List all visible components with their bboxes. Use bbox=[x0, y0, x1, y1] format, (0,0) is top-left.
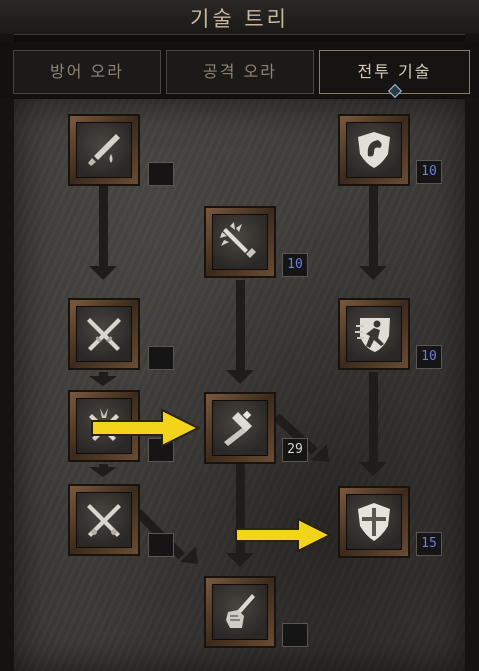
skill-holy-hammer[interactable] bbox=[204, 392, 276, 464]
crossed-blades-icon bbox=[76, 492, 132, 548]
frame-left bbox=[0, 34, 14, 671]
skill-level-box bbox=[282, 623, 308, 647]
skill-sword-blood[interactable] bbox=[68, 114, 140, 186]
running-figure-shield-icon bbox=[346, 306, 402, 362]
connector-arrowhead bbox=[359, 462, 387, 476]
skill-holy-shield[interactable] bbox=[338, 486, 410, 558]
connector bbox=[369, 186, 378, 268]
highlight-arrow bbox=[91, 408, 201, 448]
skill-charge-shield[interactable] bbox=[338, 298, 410, 370]
skill-level-box: 15 bbox=[416, 532, 442, 556]
tab-offensive-auras[interactable]: 공격 오라 bbox=[166, 50, 314, 94]
fist-of-heavens-icon bbox=[212, 584, 268, 640]
connector-arrowhead bbox=[89, 266, 117, 280]
skill-level-box: 29 bbox=[282, 438, 308, 462]
skill-level-box: 10 bbox=[416, 160, 442, 184]
skill-level-box: 10 bbox=[282, 253, 308, 277]
connector-arrowhead bbox=[226, 553, 254, 567]
connector bbox=[369, 372, 378, 464]
skill-level-box: 10 bbox=[416, 345, 442, 369]
connector-arrowhead bbox=[89, 376, 117, 386]
skill-level-box bbox=[148, 533, 174, 557]
skill-crossed-blades[interactable] bbox=[68, 484, 140, 556]
skill-fist-of-heavens[interactable] bbox=[204, 576, 276, 648]
highlight-arrow bbox=[235, 517, 333, 553]
skill-level-box bbox=[148, 162, 174, 186]
connector-arrowhead bbox=[359, 266, 387, 280]
connector-arrowhead bbox=[226, 370, 254, 384]
skill-charging-sword[interactable] bbox=[204, 206, 276, 278]
skill-crossed-swords[interactable] bbox=[68, 298, 140, 370]
holy-hammer-icon bbox=[212, 400, 268, 456]
skill-level-box bbox=[148, 346, 174, 370]
sword-blood-icon bbox=[76, 122, 132, 178]
skill-dragon-shield[interactable] bbox=[338, 114, 410, 186]
connector bbox=[236, 280, 245, 372]
crossed-swords-icon bbox=[76, 306, 132, 362]
tab-defensive-auras[interactable]: 방어 오라 bbox=[13, 50, 161, 94]
holy-shield-icon bbox=[346, 494, 402, 550]
connector-arrowhead bbox=[89, 467, 117, 477]
connector bbox=[99, 186, 108, 268]
window-title: 기술 트리 bbox=[190, 7, 289, 31]
charging-sword-icon bbox=[212, 214, 268, 270]
frame-right bbox=[465, 34, 479, 671]
dragon-shield-icon bbox=[346, 122, 402, 178]
